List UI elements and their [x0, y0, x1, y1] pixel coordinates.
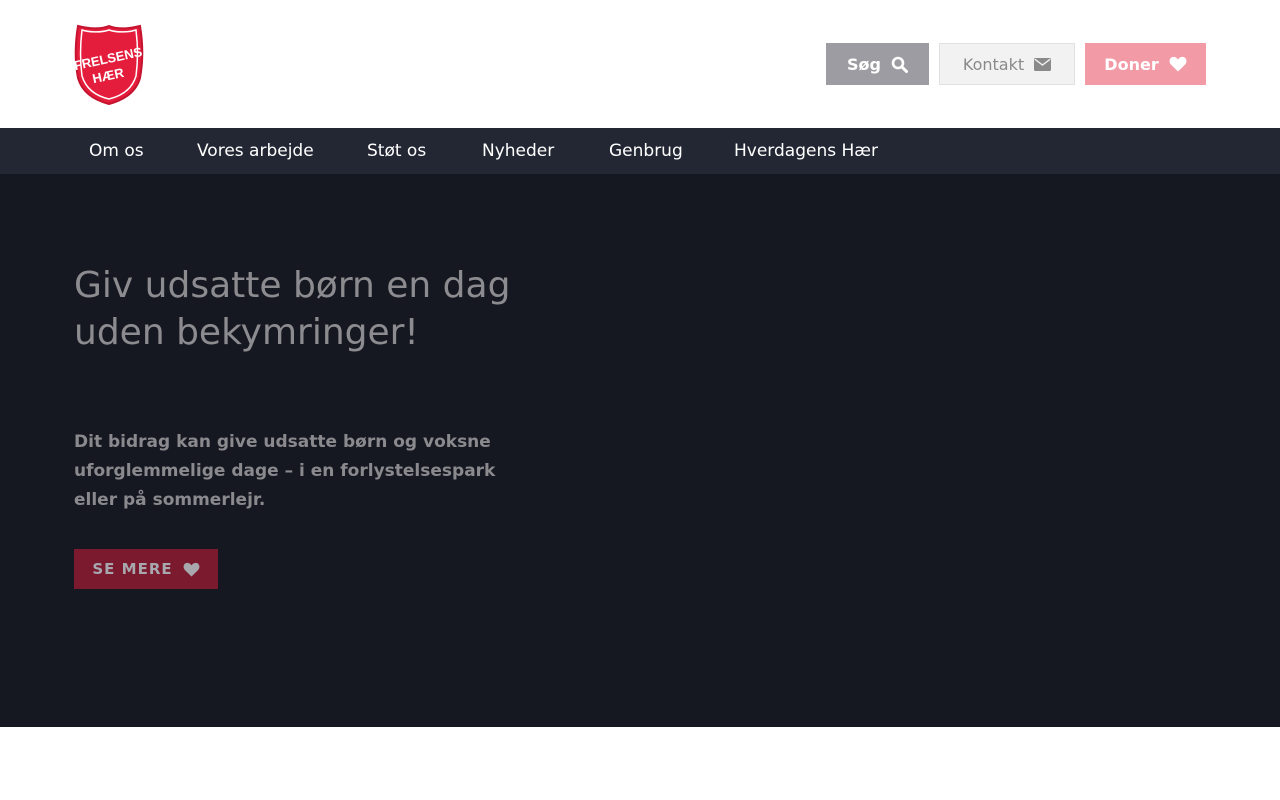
search-icon: [891, 56, 908, 73]
see-more-button[interactable]: SE MERE: [74, 549, 218, 589]
hero-banner: Giv udsatte børn en dag uden bekymringer…: [0, 174, 1280, 727]
nav-item-nyheder[interactable]: Nyheder: [482, 128, 554, 174]
nav-item-vores-arbejde[interactable]: Vores arbejde: [197, 128, 314, 174]
nav-item-om-os[interactable]: Om os: [89, 128, 144, 174]
donate-button[interactable]: Doner: [1085, 43, 1206, 85]
site-header: FRELSENS HÆR Søg Kontakt Doner: [0, 0, 1280, 128]
frelsens-haer-logo[interactable]: FRELSENS HÆR: [74, 24, 144, 106]
search-button[interactable]: Søg: [826, 43, 929, 85]
hero-description: Dit bidrag kan give udsatte børn og voks…: [74, 432, 496, 510]
contact-button-label: Kontakt: [962, 54, 1025, 74]
nav-item-hverdagens-haer[interactable]: Hverdagens Hær: [734, 128, 878, 174]
heart-icon: [1169, 56, 1187, 72]
envelope-icon: [1034, 57, 1052, 71]
see-more-label: SE MERE: [92, 560, 173, 578]
nav-item-stot-os[interactable]: Støt os: [367, 128, 426, 174]
hero-title: Giv udsatte børn en dag uden bekymringer…: [74, 265, 511, 353]
contact-button[interactable]: Kontakt: [939, 43, 1075, 85]
search-button-label: Søg: [847, 54, 881, 74]
main-navigation: Om os Vores arbejde Støt os Nyheder Genb…: [0, 128, 1280, 174]
donate-button-label: Doner: [1104, 54, 1159, 74]
heart-icon: [183, 562, 200, 577]
shield-logo-icon: FRELSENS HÆR: [74, 24, 144, 106]
nav-item-genbrug[interactable]: Genbrug: [609, 128, 683, 174]
